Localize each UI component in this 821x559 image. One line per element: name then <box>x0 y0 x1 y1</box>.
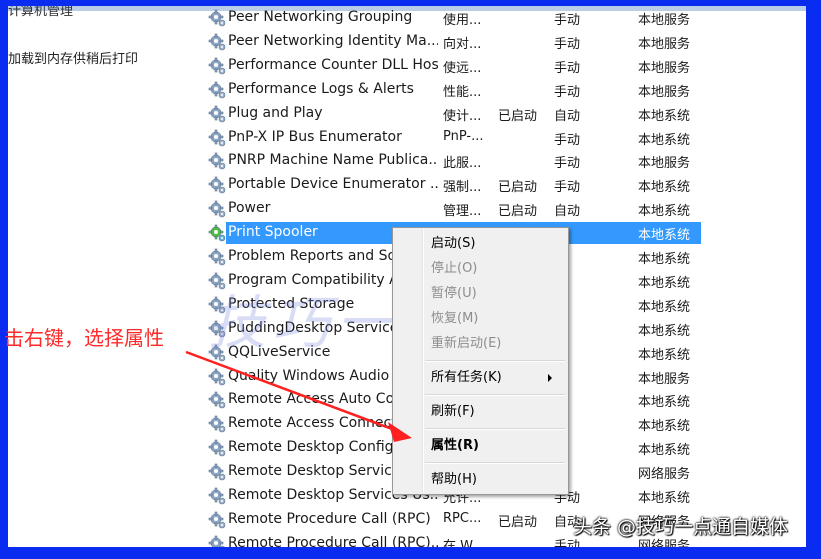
footer-watermark: 头条 @技巧一点通自媒体 <box>573 516 789 538</box>
annotation-arrow-icon <box>185 350 412 442</box>
